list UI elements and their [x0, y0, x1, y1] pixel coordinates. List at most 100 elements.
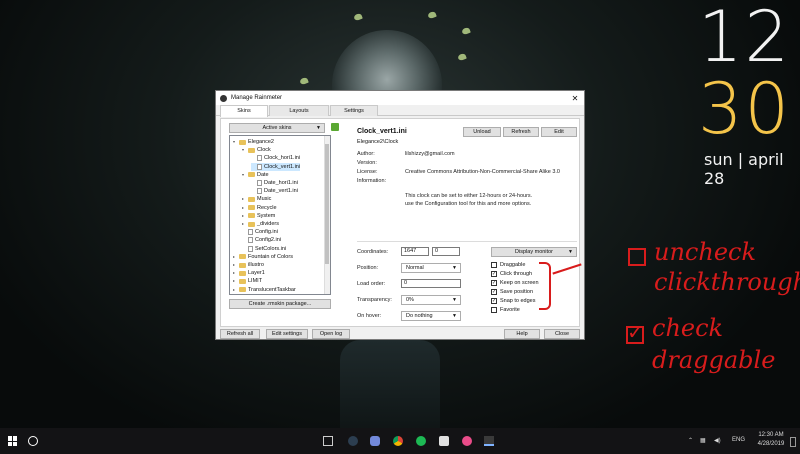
checkbox-checked-icon[interactable]: ✓ [491, 271, 497, 277]
tree-item[interactable]: Clock_vert1.ini [251, 162, 301, 171]
tree-item[interactable]: Config.ini [242, 228, 278, 236]
scrollbar-thumb[interactable] [325, 144, 329, 264]
chevron-down-icon: ▼ [316, 125, 321, 131]
chevron-down-icon[interactable]: ▾ [233, 138, 238, 146]
help-button[interactable]: Help [504, 329, 540, 339]
chevron-right-icon[interactable]: ▸ [233, 261, 238, 269]
tree-item[interactable]: ▸ LIMIT [233, 277, 262, 285]
tree-item[interactable]: ▸ Fountain of Colors [233, 253, 293, 261]
tab-layouts[interactable]: Layouts [269, 105, 329, 116]
spotify-icon[interactable] [416, 436, 426, 446]
dribbble-icon[interactable] [462, 436, 472, 446]
coord-x-field[interactable]: 1647 [401, 247, 429, 256]
notifications-icon[interactable] [790, 437, 796, 447]
chevron-right-icon[interactable]: ▸ [242, 220, 247, 228]
tree-item[interactable]: ▸ illustro [233, 261, 264, 269]
chevron-right-icon[interactable]: ▸ [242, 204, 247, 212]
checkbox-favorite[interactable]: Favorite [491, 306, 520, 314]
coord-y-field[interactable]: 0 [432, 247, 460, 256]
tree-item[interactable]: ▾ Elegance2 [233, 138, 274, 146]
chevron-right-icon[interactable]: ▸ [242, 195, 247, 203]
add-skin-icon[interactable] [331, 123, 339, 131]
chevron-right-icon[interactable]: ▸ [233, 286, 238, 294]
tree-item-label: Date_vert1.ini [264, 188, 298, 195]
desktop-clock-minute: 30 [698, 68, 792, 150]
chevron-right-icon[interactable]: ▸ [242, 212, 247, 220]
tree-item[interactable]: ▾ Clock [242, 146, 271, 154]
checkbox-empty-icon[interactable] [491, 307, 497, 313]
chevron-right-icon[interactable]: ▸ [233, 269, 238, 277]
tree-item[interactable]: ▸ System [242, 212, 275, 220]
chevron-right-icon[interactable]: ▸ [233, 277, 238, 285]
file-explorer-icon[interactable] [439, 436, 449, 446]
tree-item[interactable]: Config2.ini [242, 236, 281, 244]
tree-item[interactable]: ▸ Recycle [242, 204, 277, 212]
refresh-button[interactable]: Refresh [503, 127, 539, 137]
refresh-all-button[interactable]: Refresh all [220, 329, 260, 339]
on-hover-dropdown[interactable]: Do nothing ▼ [401, 311, 461, 321]
tab-skins[interactable]: Skins [220, 105, 268, 117]
checkbox-draggable[interactable]: Draggable [491, 261, 525, 269]
edit-settings-button[interactable]: Edit settings [266, 329, 308, 339]
create-package-button[interactable]: Create .rmskin package... [229, 299, 331, 309]
checkbox-label: Favorite [500, 307, 520, 313]
folder-icon [248, 147, 255, 153]
volume-icon[interactable]: ◀) [714, 437, 721, 444]
chevron-down-icon[interactable]: ▾ [242, 146, 247, 154]
task-view-icon[interactable] [323, 436, 333, 446]
tree-item[interactable]: ▸ _dividers [242, 220, 279, 228]
skins-tree[interactable]: ▾ Elegance2 ▾ Clock Clock_hori1.ini Clock_ver… [229, 135, 331, 295]
tab-settings[interactable]: Settings [330, 105, 378, 116]
network-icon[interactable]: ▦ [700, 437, 706, 444]
window-titlebar[interactable]: Manage Rainmeter ✕ [216, 91, 584, 105]
tree-item-label: Date_hori1.ini [264, 180, 298, 186]
transparency-dropdown[interactable]: 0% ▼ [401, 295, 461, 305]
cortana-icon[interactable] [28, 436, 38, 446]
unload-button[interactable]: Unload [463, 127, 501, 137]
tree-item[interactable]: Clock_hori1.ini [251, 154, 300, 162]
tree-item[interactable]: ▸ Music [242, 195, 271, 203]
checkbox-save-position[interactable]: ✓ Save position [491, 288, 533, 296]
chrome-icon[interactable] [393, 436, 403, 446]
close-button[interactable]: Close [544, 329, 580, 339]
windows-start-icon[interactable] [8, 436, 18, 446]
chevron-down-icon[interactable]: ▾ [242, 171, 247, 179]
language-indicator[interactable]: ENG [732, 437, 745, 443]
checkbox-empty-icon[interactable] [491, 262, 497, 268]
skin-path: Elegance2\Clock [357, 139, 399, 145]
edit-button[interactable]: Edit [541, 127, 577, 137]
discord-icon[interactable] [370, 436, 380, 446]
checkbox-snap-to-edges[interactable]: ✓ Snap to edges [491, 297, 535, 305]
folder-icon [239, 278, 246, 284]
tree-item-label: LIMIT [248, 278, 263, 285]
version-label: Version: [357, 160, 377, 166]
tree-item[interactable]: Date_vert1.ini [251, 187, 298, 195]
chevron-up-icon[interactable]: ⌃ [688, 437, 693, 444]
active-skins-dropdown[interactable]: Active skins ▼ [229, 123, 325, 133]
tree-item-label: Clock_hori1.ini [264, 155, 301, 162]
load-order-field[interactable]: 0 [401, 279, 461, 288]
tree-item[interactable]: SetColors.ini [242, 245, 286, 253]
open-log-button[interactable]: Open log [312, 329, 350, 339]
checkbox-checked-icon[interactable]: ✓ [491, 298, 497, 304]
taskbar-time[interactable]: 12:30 AM [755, 432, 787, 438]
tree-item[interactable]: ▾ Date [242, 171, 269, 179]
tree-scrollbar[interactable] [324, 136, 330, 294]
chevron-right-icon[interactable]: ▸ [233, 253, 238, 261]
display-monitor-dropdown[interactable]: Display monitor ▼ [491, 247, 577, 257]
close-icon[interactable]: ✕ [566, 94, 584, 103]
steam-icon[interactable] [348, 436, 358, 446]
tree-item[interactable]: Date_hori1.ini [251, 179, 298, 187]
checkbox-keep-on-screen[interactable]: ✓ Keep on screen [491, 279, 539, 287]
rainmeter-taskbar-icon[interactable] [484, 436, 494, 446]
file-icon [248, 245, 253, 252]
taskbar-date[interactable]: 4/28/2019 [755, 441, 787, 447]
transparency-value: 0% [406, 297, 414, 303]
position-dropdown[interactable]: Normal ▼ [401, 263, 461, 273]
folder-icon [248, 213, 255, 219]
checkbox-checked-icon[interactable]: ✓ [491, 289, 497, 295]
tree-item[interactable]: ▸ Layer1 [233, 269, 265, 277]
checkbox-checked-icon[interactable]: ✓ [491, 280, 497, 286]
tree-item[interactable]: ▸ TranslucentTaskbar [233, 286, 296, 294]
checkbox-click-through[interactable]: ✓ Click through [491, 270, 532, 278]
